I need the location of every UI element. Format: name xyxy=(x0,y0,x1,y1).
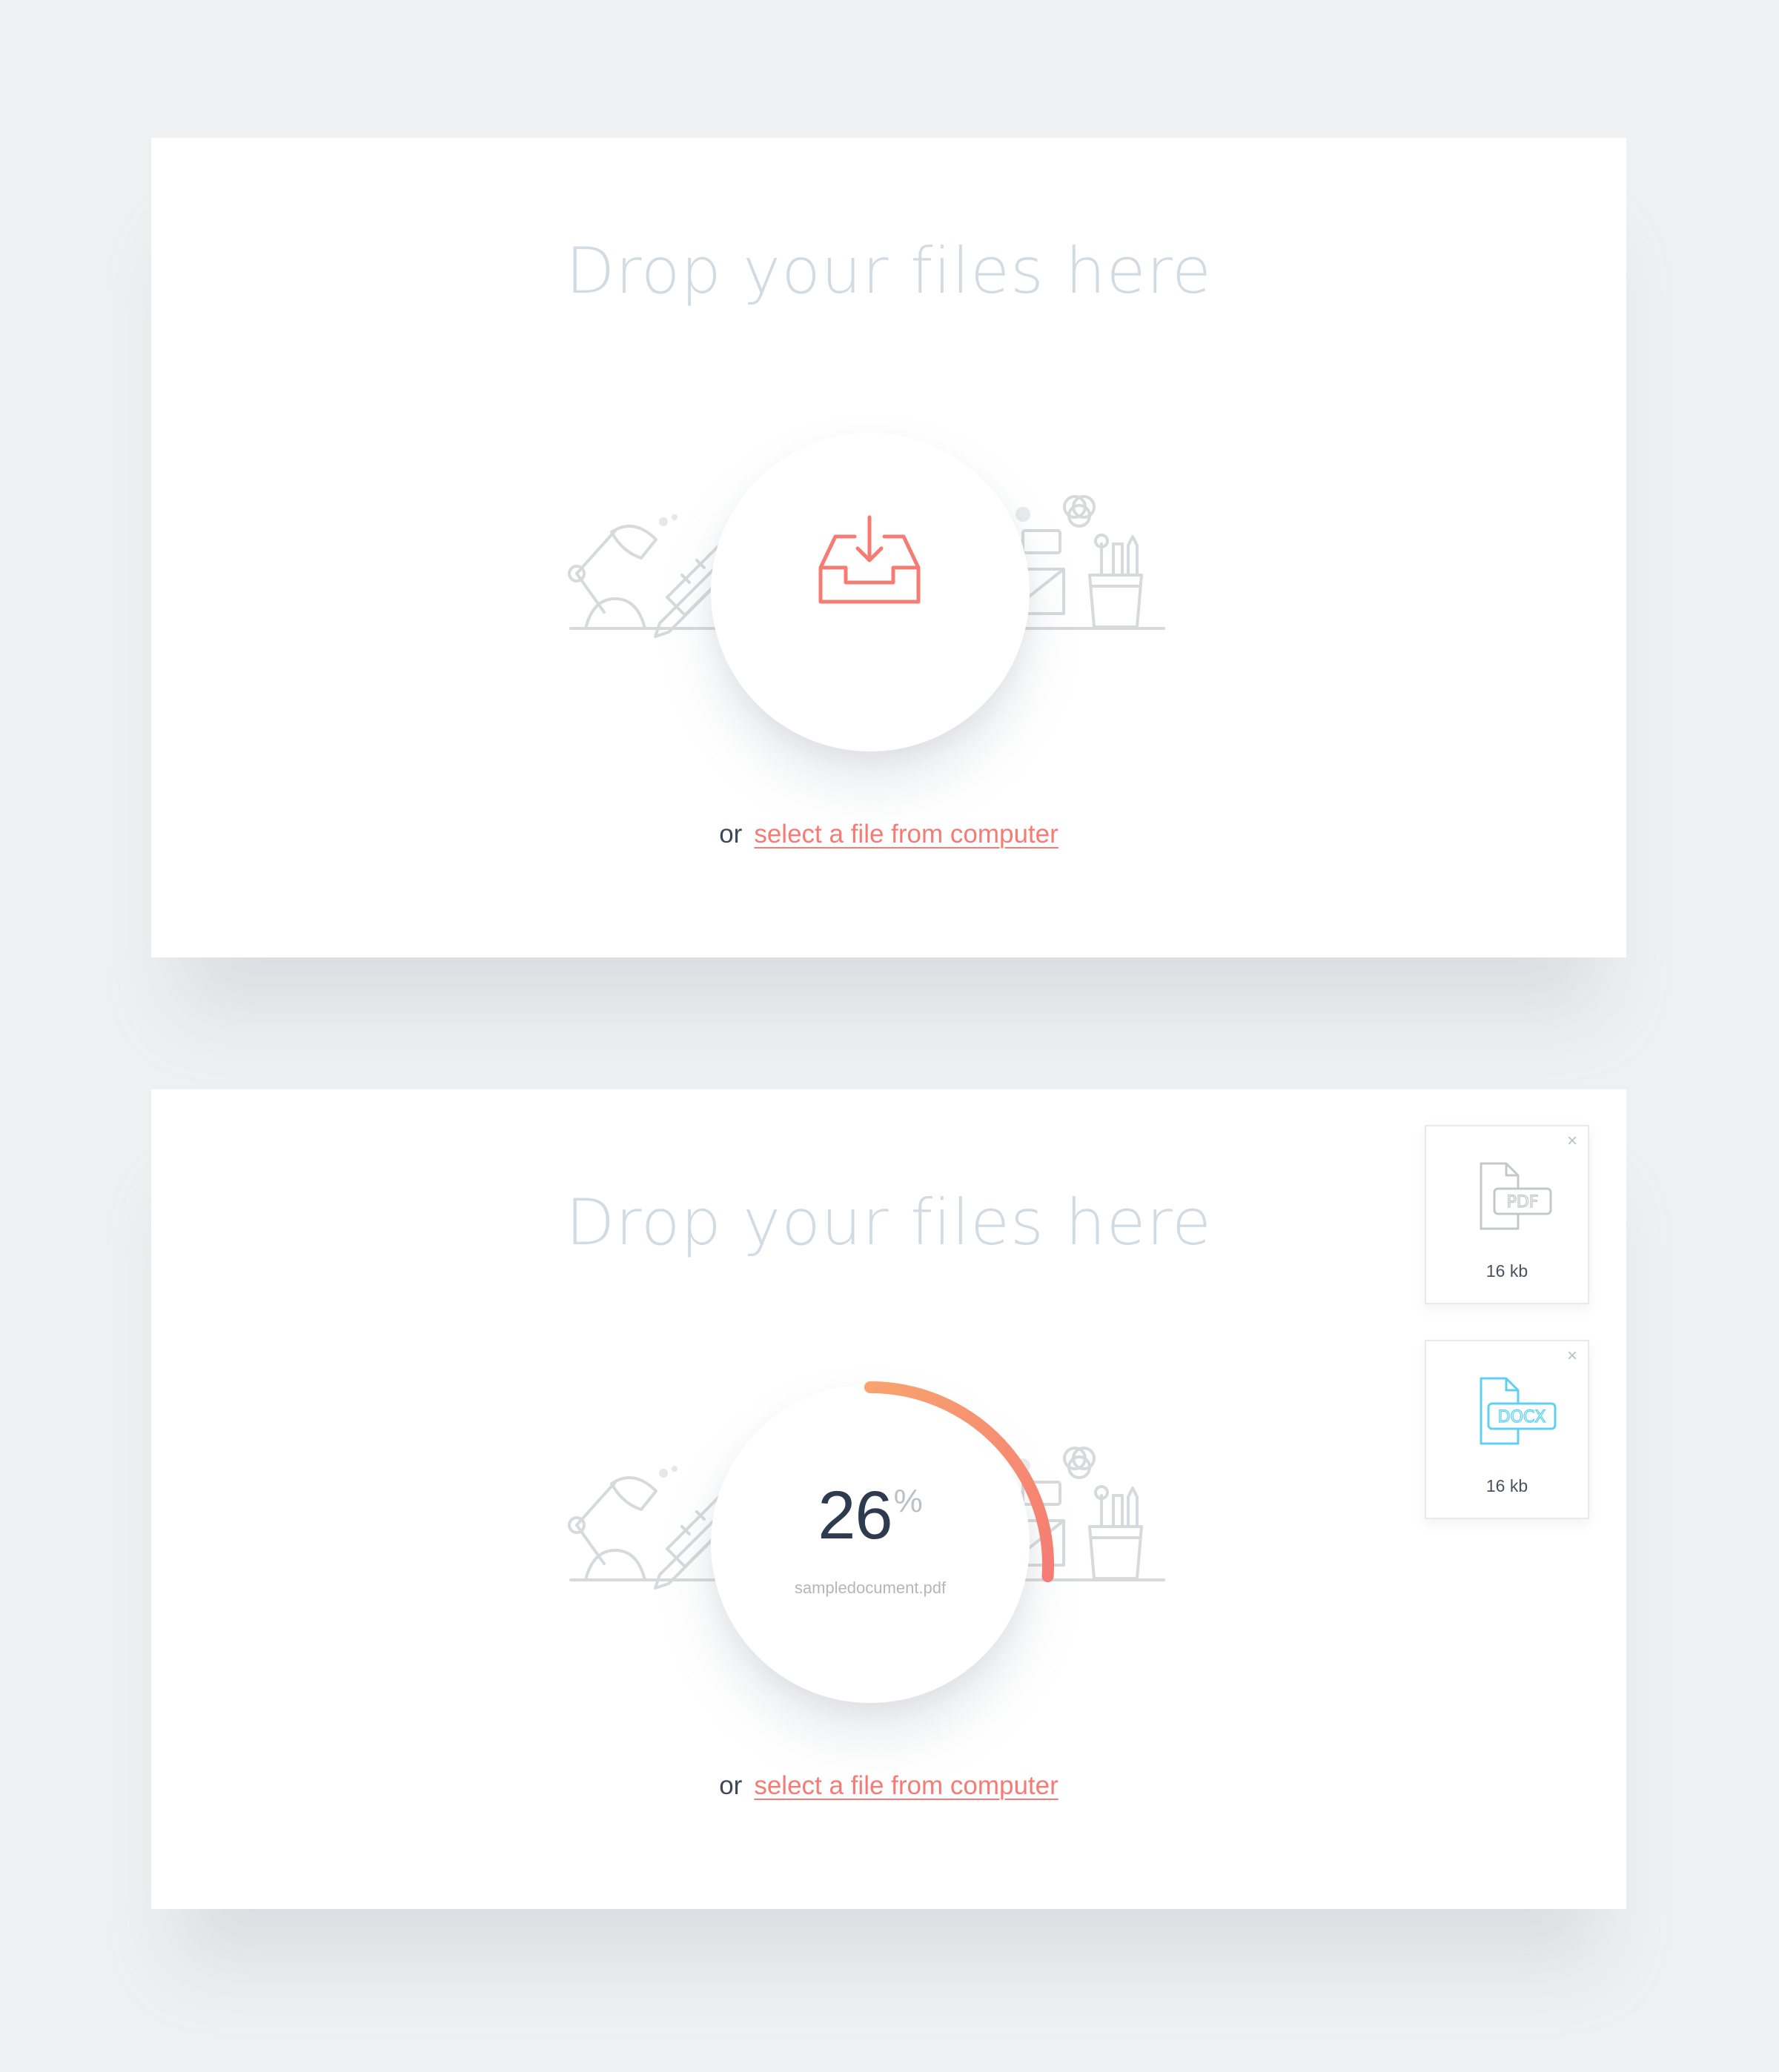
select-file-line: or select a file from computer xyxy=(151,1771,1626,1801)
drop-title: Drop your files here xyxy=(566,234,1212,308)
or-label: or xyxy=(719,1771,743,1800)
inbox-download-icon xyxy=(818,515,921,604)
remove-file-button[interactable]: × xyxy=(1567,1347,1577,1365)
file-card-docx[interactable]: × DOCX 16 kb xyxy=(1425,1340,1589,1519)
select-file-line: or select a file from computer xyxy=(151,820,1626,849)
progress-arc xyxy=(864,1381,1054,1583)
docx-label: DOCX xyxy=(1498,1408,1546,1427)
pdf-label: PDF xyxy=(1507,1193,1539,1212)
upload-panel-progress[interactable]: Drop your files here 26% sampledocument.… xyxy=(151,1089,1626,1909)
upload-panel-empty[interactable]: Drop your files here or select a file fr… xyxy=(151,138,1626,957)
remove-file-button[interactable]: × xyxy=(1567,1132,1577,1150)
file-size: 16 kb xyxy=(1485,1261,1528,1281)
file-card-pdf[interactable]: × PDF 16 kb xyxy=(1425,1125,1589,1304)
file-size: 16 kb xyxy=(1485,1476,1528,1495)
drop-title: Drop your files here xyxy=(566,1186,1212,1260)
drop-circle[interactable] xyxy=(711,433,1030,751)
pdf-file-icon: PDF xyxy=(1480,1162,1552,1230)
docx-file-icon: DOCX xyxy=(1480,1377,1557,1445)
or-label: or xyxy=(719,820,743,849)
select-file-link[interactable]: select a file from computer xyxy=(754,820,1058,849)
select-file-link[interactable]: select a file from computer xyxy=(754,1771,1058,1800)
progress-ring xyxy=(864,1381,1054,1583)
